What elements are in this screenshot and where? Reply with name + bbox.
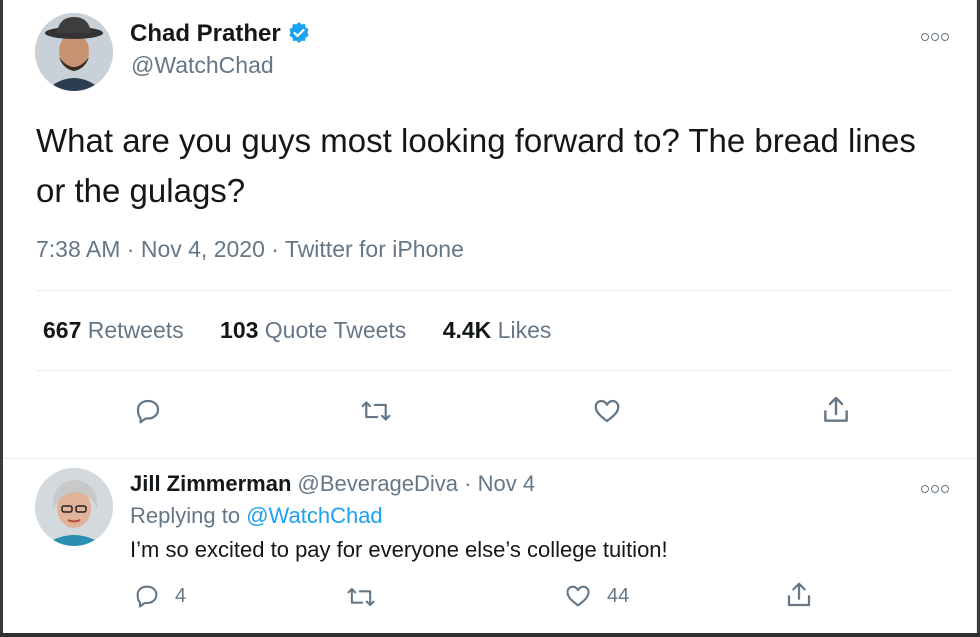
reply-text: I’m so excited to pay for everyone else’… bbox=[130, 537, 668, 562]
quote-tweets-stat[interactable]: 103 Quote Tweets bbox=[220, 317, 406, 344]
divider bbox=[36, 370, 951, 371]
replying-to: Replying to @WatchChad bbox=[130, 503, 383, 529]
retweet-button[interactable] bbox=[345, 583, 377, 611]
replying-to-handle[interactable]: @WatchChad bbox=[246, 503, 382, 528]
avatar[interactable] bbox=[35, 468, 113, 546]
likes-count: 4.4K bbox=[442, 317, 492, 343]
more-icon[interactable] bbox=[921, 28, 951, 44]
share-icon bbox=[824, 396, 848, 422]
retweet-button[interactable] bbox=[359, 396, 393, 426]
share-icon bbox=[787, 582, 811, 607]
likes-label: Likes bbox=[497, 317, 552, 343]
reply-icon bbox=[136, 399, 160, 424]
like-button[interactable]: 44 bbox=[563, 582, 629, 610]
author-name[interactable]: Chad Prather bbox=[130, 20, 311, 48]
reply-header: Jill Zimmerman @BeverageDiva · Nov 4 bbox=[130, 471, 535, 497]
retweets-count: 667 bbox=[43, 317, 82, 343]
retweets-stat[interactable]: 667 Retweets bbox=[43, 317, 184, 344]
likes-stat[interactable]: 4.4K Likes bbox=[443, 317, 552, 344]
divider bbox=[36, 290, 951, 291]
tweet-source[interactable]: Twitter for iPhone bbox=[285, 236, 464, 262]
retweet-icon bbox=[347, 587, 375, 607]
tweet-stats: 667 Retweets 103 Quote Tweets 4.4K Likes bbox=[43, 317, 581, 344]
tweet-text: What are you guys most looking forward t… bbox=[36, 122, 916, 209]
like-button[interactable] bbox=[591, 396, 623, 426]
share-button[interactable] bbox=[820, 394, 852, 426]
main-tweet: Chad Prather @WatchChad What are you guy… bbox=[3, 0, 976, 459]
verified-badge-icon bbox=[289, 22, 309, 43]
retweet-icon bbox=[361, 401, 391, 421]
author-name-text[interactable]: Chad Prather bbox=[130, 20, 281, 47]
reply-count: 4 bbox=[175, 584, 187, 607]
tweet-date[interactable]: Nov 4, 2020 bbox=[141, 236, 265, 262]
tweet-meta: 7:38 AM · Nov 4, 2020 · Twitter for iPho… bbox=[36, 236, 464, 263]
window-bottom-edge bbox=[0, 633, 980, 637]
retweets-label: Retweets bbox=[87, 317, 184, 343]
replying-to-label: Replying to bbox=[130, 503, 241, 528]
reply-author-handle[interactable]: @BeverageDiva bbox=[298, 471, 459, 496]
author-handle[interactable]: @WatchChad bbox=[131, 52, 274, 79]
quotes-count: 103 bbox=[220, 317, 259, 343]
separator: · bbox=[126, 236, 135, 262]
separator: · bbox=[271, 236, 279, 262]
tweet-time[interactable]: 7:38 AM bbox=[36, 236, 120, 262]
quotes-label: Quote Tweets bbox=[264, 317, 407, 343]
reply-button[interactable] bbox=[133, 396, 163, 426]
separator: · bbox=[464, 471, 472, 496]
reply-button[interactable]: 4 bbox=[133, 582, 186, 610]
tweet-thread: Chad Prather @WatchChad What are you guy… bbox=[3, 0, 977, 633]
more-icon[interactable] bbox=[921, 480, 951, 496]
share-button[interactable] bbox=[784, 580, 814, 610]
like-count: 44 bbox=[607, 584, 630, 607]
like-icon bbox=[594, 399, 620, 423]
avatar[interactable] bbox=[35, 13, 113, 91]
reply-author-name[interactable]: Jill Zimmerman bbox=[130, 471, 291, 496]
like-icon bbox=[566, 585, 590, 607]
reply-date[interactable]: Nov 4 bbox=[478, 471, 535, 496]
reply-icon bbox=[136, 585, 158, 608]
